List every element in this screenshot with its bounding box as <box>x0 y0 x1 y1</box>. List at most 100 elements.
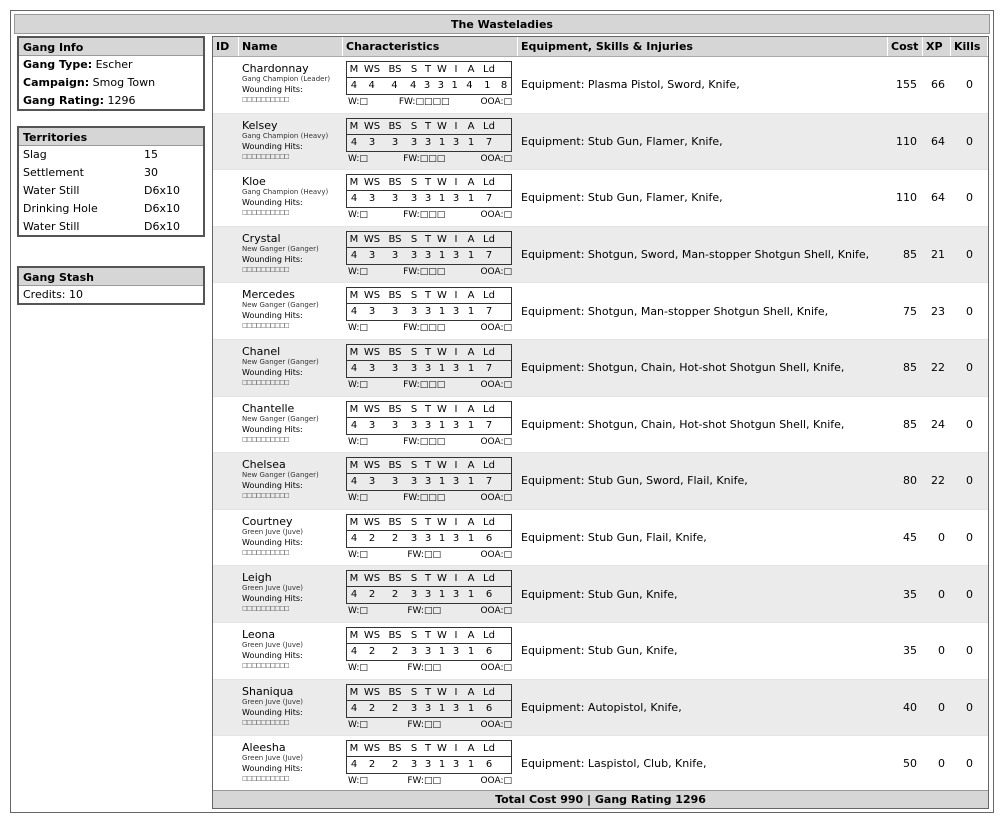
stat-value: 2 <box>391 589 399 601</box>
status-fw-boxes: □□□ <box>419 153 446 164</box>
table-row: Courtney Green Juve (Juve) Wounding Hits: □… <box>213 510 988 567</box>
id-cell <box>213 114 239 170</box>
status-w: W:□ <box>348 549 368 560</box>
kills-cell: 0 <box>966 304 973 318</box>
gang-info-panel: Gang Info Gang Type: Escher Campaign: Sm… <box>17 36 205 111</box>
stat-value-row: 422331316 <box>347 531 511 547</box>
stat-header: T <box>424 686 432 698</box>
table-body: Chardonnay Gang Champion (Leader) Wounding… <box>213 57 988 793</box>
stat-value: 6 <box>485 702 493 714</box>
status-fw: FW:□□□ <box>403 435 445 449</box>
stat-value: 1 <box>467 589 475 601</box>
xp-cell: 24 <box>931 417 945 431</box>
stat-header: Ld <box>483 516 495 528</box>
equipment-cell: Equipment: Stub Gun, Knife, <box>521 587 678 601</box>
stat-header: WS <box>363 64 381 75</box>
stat-value: 3 <box>391 136 399 148</box>
ganger-name: Crystal <box>242 231 281 245</box>
xp-cell: 22 <box>931 361 945 375</box>
stat-header-row: M WS BS S T W I A Ld <box>347 571 511 588</box>
stat-value: 7 <box>485 249 493 261</box>
stat-value: 4 <box>409 80 417 91</box>
characteristics-cell: M WS BS S T W I A Ld 4 3 3 3 3 1 3 1 7 W:□ FW:□□□ OOA:□ <box>343 227 518 283</box>
equipment-cell: Equipment: Stub Gun, Sword, Flail, Knife… <box>521 474 748 488</box>
status-fw: FW:□□□ <box>403 208 445 222</box>
kills-cell: 0 <box>966 248 973 262</box>
ganger-name: Shaniqua <box>242 684 294 698</box>
stat-header: A <box>467 743 475 755</box>
stat-header: S <box>410 743 418 755</box>
stat-value: 3 <box>424 702 432 714</box>
stat-header: WS <box>363 177 381 189</box>
territories-panel: Territories Slag 15 Settlement 30 Water Stil… <box>17 126 205 237</box>
stat-value: 3 <box>391 249 399 261</box>
wounding-label: Wounding Hits: <box>242 141 303 151</box>
name-cell: Leona Green Juve (Juve) Wounding Hits: □□□□… <box>239 623 343 679</box>
status-ooa: OOA:□ <box>480 493 512 504</box>
stat-value: 3 <box>452 193 460 205</box>
stat-value: 1 <box>438 589 446 601</box>
table-row: Crystal New Ganger (Ganger) Wounding Hits:… <box>213 226 988 284</box>
stat-value: 6 <box>485 645 493 657</box>
stat-header: WS <box>363 460 381 472</box>
status-fw-label: FW: <box>403 153 420 164</box>
total-footer: Total Cost 990 | Gang Rating 1296 <box>213 790 988 808</box>
wounding-label: Wounding Hits: <box>242 764 303 774</box>
stat-value: 6 <box>485 759 493 771</box>
stat-value: 1 <box>467 759 475 771</box>
stat-header: W <box>437 233 447 245</box>
stat-header: S <box>410 64 418 75</box>
stat-header: WS <box>363 233 381 245</box>
stat-header: M <box>349 573 359 585</box>
stat-value-row: 422331316 <box>347 757 511 773</box>
stat-header: T <box>424 460 432 472</box>
stat-header: WS <box>363 346 381 358</box>
stat-value: 2 <box>391 759 399 771</box>
territory-row: Water Still D6x10 <box>19 182 203 200</box>
status-fw: FW:□□□ <box>403 378 445 392</box>
stat-header: A <box>467 346 475 358</box>
stat-value: 3 <box>410 136 418 148</box>
stat-value: 3 <box>391 362 399 374</box>
stat-header: A <box>467 290 475 302</box>
stat-header: BS <box>388 573 402 585</box>
characteristics-cell: M WS BS S T W I A Ld 4 3 3 3 3 1 3 1 7 W:□ FW:□□□ OOA:□ <box>343 170 518 226</box>
status-ooa: OOA:□ <box>480 153 512 164</box>
status-ooa: OOA:□ <box>480 210 512 221</box>
stat-value: 7 <box>485 476 493 488</box>
stat-header: Ld <box>483 460 495 472</box>
id-cell <box>213 736 239 792</box>
characteristics-cell: M WS BS S T W I A Ld 4 2 2 3 3 1 3 1 6 W:□ FW:□□ OOA:□ <box>343 623 518 679</box>
stat-header: S <box>410 120 418 132</box>
wounding-boxes: □□□□□□□□□□ <box>242 661 290 669</box>
stat-header: M <box>349 177 359 189</box>
id-cell <box>213 510 239 566</box>
ganger-name: Chantelle <box>242 401 295 415</box>
stat-value: 2 <box>391 702 399 714</box>
status-line: W:□ FW:□□□ OOA:□ <box>346 265 512 279</box>
wounding-boxes: □□□□□□□□□□ <box>242 152 290 160</box>
ganger-name: Kloe <box>242 175 266 189</box>
status-fw-boxes: □□ <box>423 776 441 787</box>
stat-value: 3 <box>424 645 432 657</box>
stat-value: 3 <box>452 645 460 657</box>
table-row: Chardonnay Gang Champion (Leader) Wounding… <box>213 57 988 114</box>
stat-value: 2 <box>391 532 399 544</box>
xp-cell: 23 <box>931 304 945 318</box>
stat-value: 7 <box>485 306 493 318</box>
status-w: W:□ <box>348 323 368 334</box>
id-cell <box>213 566 239 622</box>
stat-value: 3 <box>452 419 460 431</box>
table-row: Aleesha Green Juve (Juve) Wounding Hits: □□… <box>213 736 988 793</box>
stat-value: 1 <box>467 362 475 374</box>
status-fw-boxes: □□□ <box>419 436 446 447</box>
stat-value: 1 <box>438 193 446 205</box>
stat-header: W <box>437 460 447 472</box>
name-cell: Courtney Green Juve (Juve) Wounding Hits: □… <box>239 510 343 566</box>
name-cell: Aleesha Green Juve (Juve) Wounding Hits: □□… <box>239 736 343 792</box>
stat-header: BS <box>388 233 402 245</box>
stat-header: I <box>454 686 458 698</box>
stat-value: 3 <box>452 702 460 714</box>
wounding-boxes: □□□□□□□□□□ <box>242 378 290 386</box>
stat-header: T <box>424 233 432 245</box>
